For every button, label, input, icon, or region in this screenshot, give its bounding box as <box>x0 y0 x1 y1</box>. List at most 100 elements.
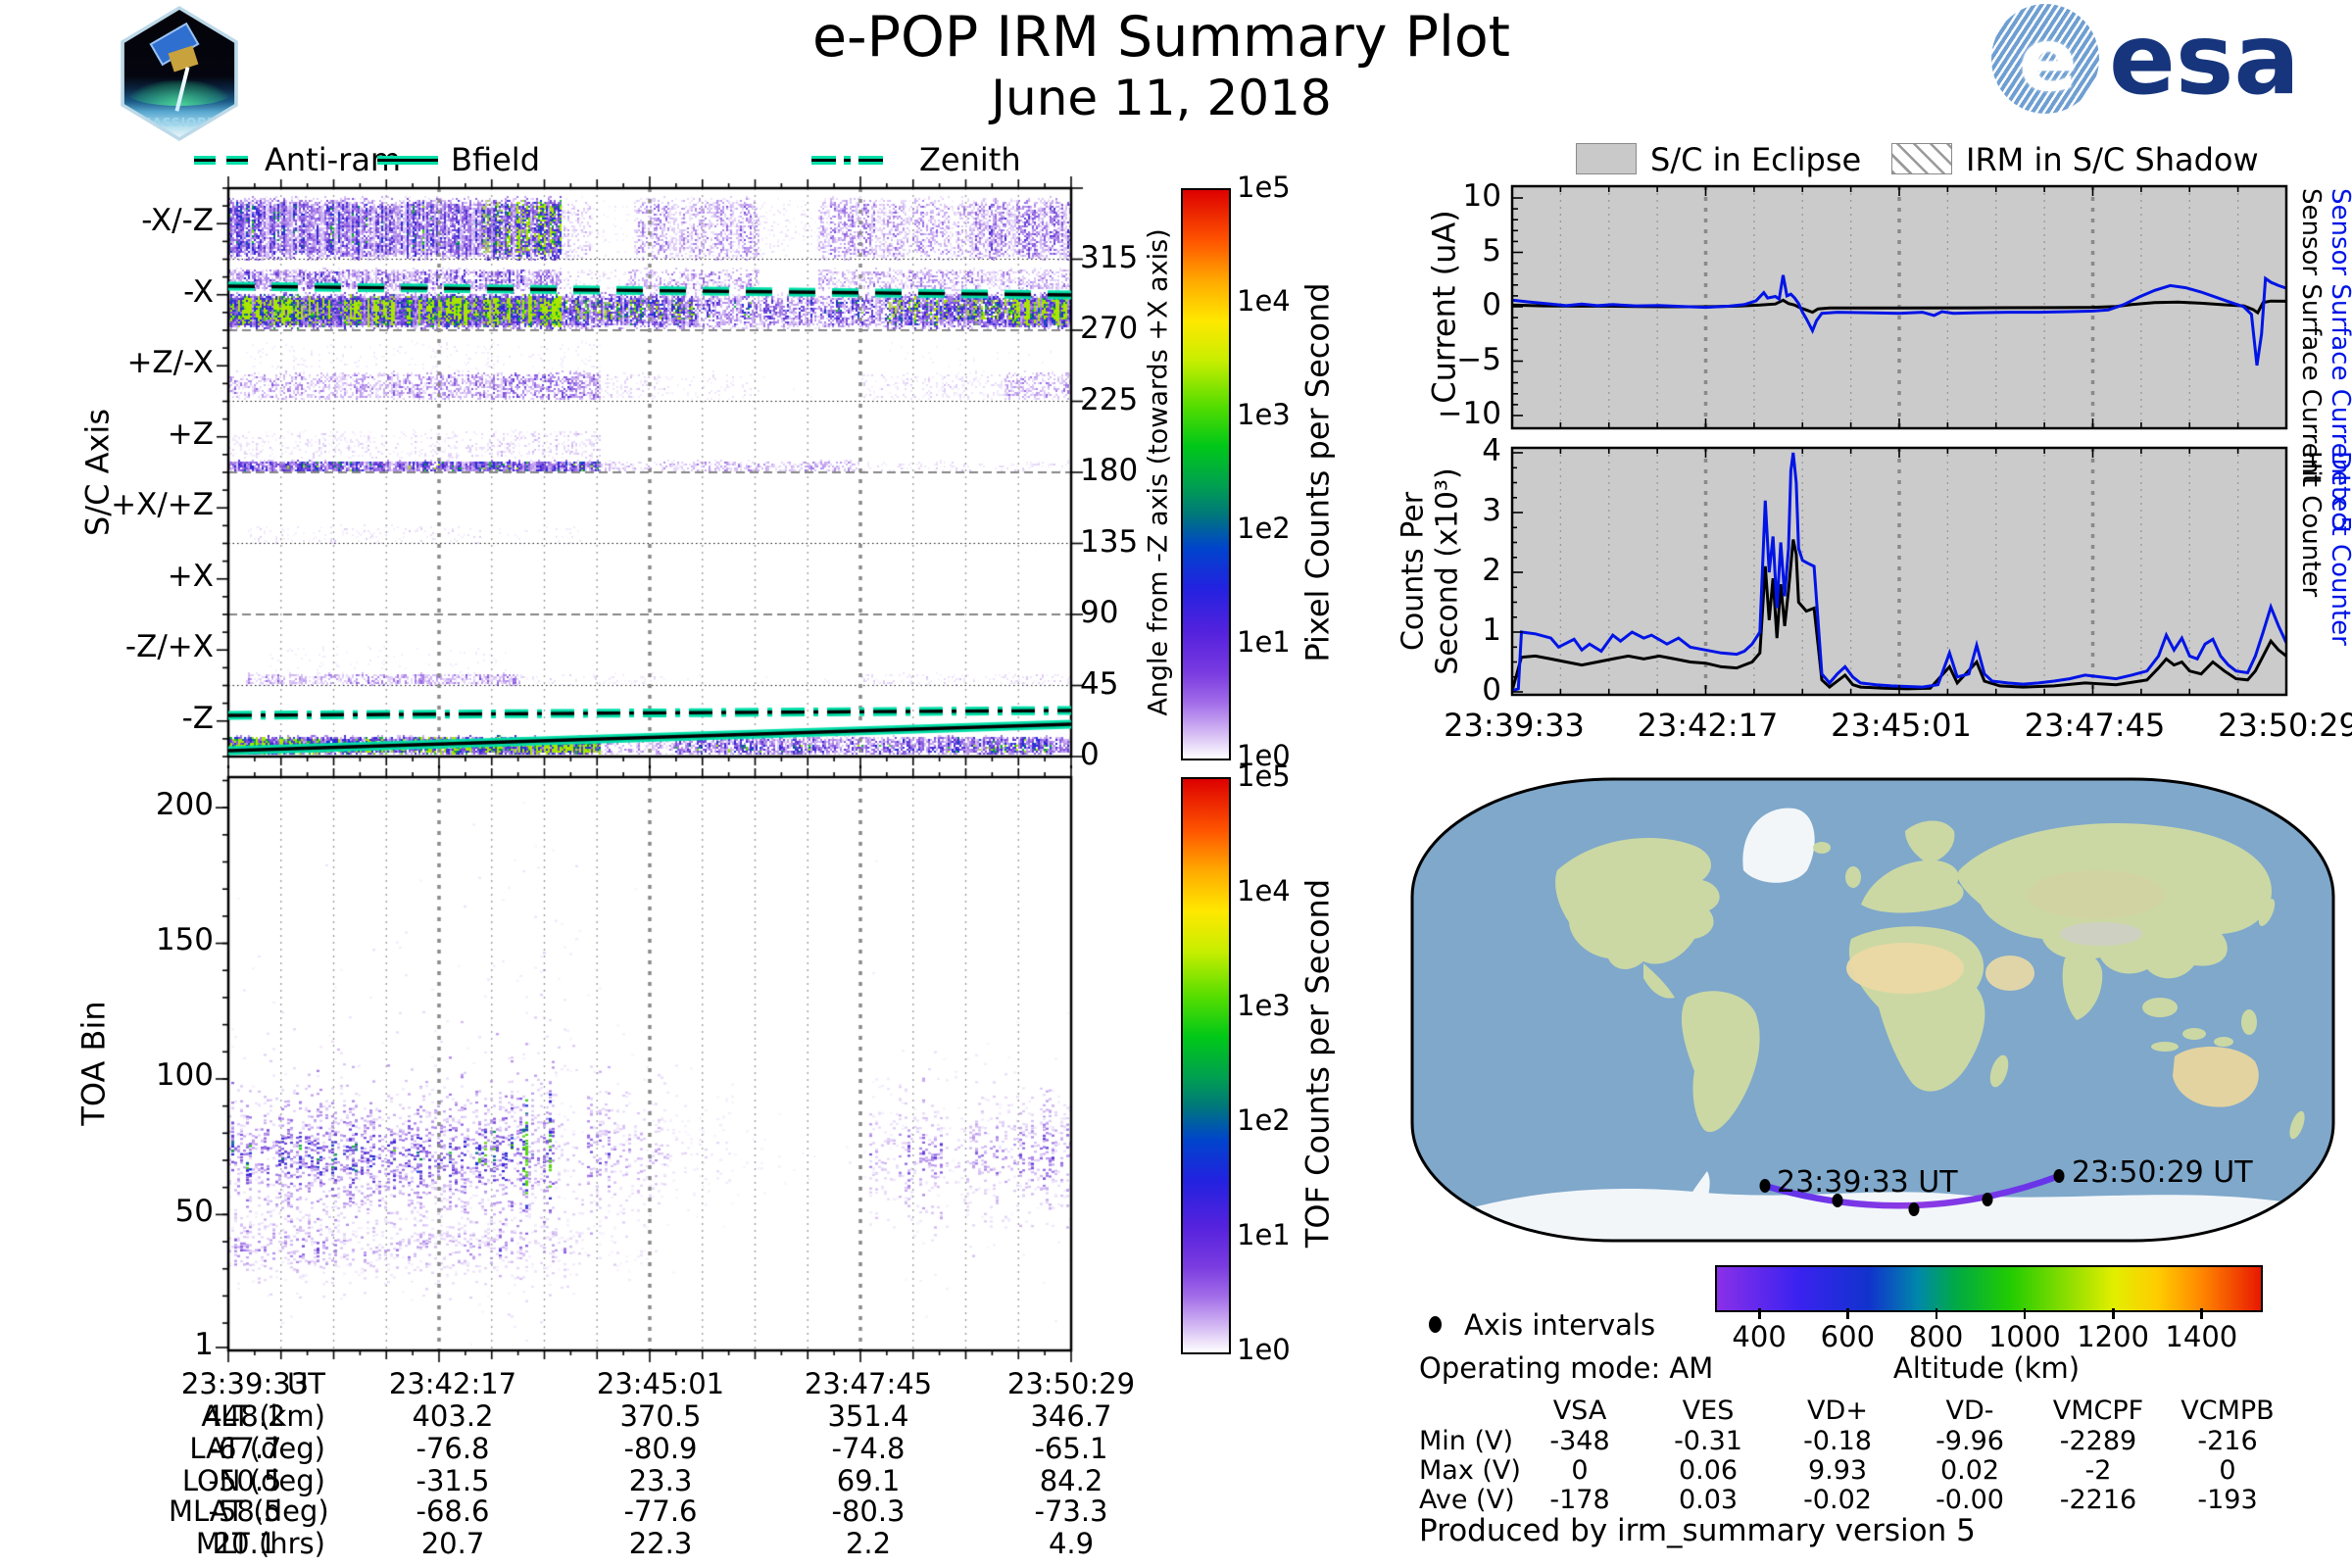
cassiope-logo: CASSIOPE <box>121 6 238 141</box>
tof-cbar-tick-label: 1e0 <box>1237 1333 1291 1366</box>
ephemeris-value: -50.5 <box>208 1464 282 1497</box>
cassiope-label: CASSIOPE <box>142 116 217 129</box>
current-ytick-label: 0 <box>1482 287 1501 322</box>
sc-axis-spectrogram <box>201 161 1099 794</box>
detect-counter-label: Detect Counter <box>2326 451 2352 646</box>
current-ytick-label: 10 <box>1462 178 1501 214</box>
ephemeris-value: 69.1 <box>836 1464 901 1497</box>
voltage-column-header: VSA <box>1552 1396 1607 1426</box>
voltage-value: -0.00 <box>1936 1485 2004 1515</box>
voltage-row-label: Min (V) <box>1419 1426 1514 1456</box>
altitude-tick <box>1846 1308 1849 1319</box>
ephemeris-value: -58.5 <box>208 1494 282 1528</box>
ephemeris-value: -73.3 <box>1034 1494 1108 1528</box>
counts-ytick-label: 1 <box>1482 612 1501 648</box>
angle-tick-label: 315 <box>1080 239 1139 275</box>
altitude-tick <box>2112 1308 2115 1319</box>
current-ytick-label: −5 <box>1456 341 1501 377</box>
angle-tick-label: 0 <box>1080 737 1100 772</box>
axis-interval-dot-icon <box>1429 1316 1442 1333</box>
toa-tick-label: 50 <box>174 1193 214 1229</box>
voltage-value: -0.31 <box>1674 1426 1742 1456</box>
pixel-cbar-tick-label: 1e1 <box>1237 625 1291 659</box>
voltage-value: 0 <box>2219 1455 2236 1486</box>
time-tick-label: 23:47:45 <box>2024 707 2166 744</box>
sc-axis-row-label: -Z/+X <box>124 629 214 665</box>
ephemeris-time-value: 23:39:33 <box>180 1367 310 1400</box>
sc-axis-row-label: +Z/-X <box>126 345 214 381</box>
toa-tick-label: 200 <box>155 786 214 822</box>
counts-ytick-label: 2 <box>1482 553 1501 588</box>
ephemeris-value: 23.3 <box>628 1464 693 1497</box>
altitude-tick-label: 1200 <box>2077 1320 2149 1353</box>
sc-axis-row-label: -X <box>183 273 214 310</box>
voltage-column-header: VMCPF <box>2052 1396 2144 1426</box>
operating-mode-label: Operating mode: AM <box>1419 1351 1714 1385</box>
track-end-label: 23:50:29 UT <box>2072 1155 2253 1190</box>
ephemeris-value: -80.9 <box>623 1432 698 1465</box>
pixel-cbar-tick-label: 1e3 <box>1237 398 1291 431</box>
angle-tick-label: 90 <box>1080 595 1119 630</box>
ephemeris-value: 370.5 <box>619 1399 702 1433</box>
sensor-current-plot <box>1510 184 2288 430</box>
ephemeris-time-value: 23:42:17 <box>388 1367 517 1400</box>
ephemeris-time-value: 23:45:01 <box>596 1367 725 1400</box>
ephemeris-value: 346.7 <box>1030 1399 1112 1433</box>
altitude-tick <box>2023 1308 2027 1319</box>
ephemeris-value: -65.1 <box>1034 1432 1108 1465</box>
epop-irm-summary-page: CASSIOPE e-POP IRM Summary Plot June 11,… <box>0 0 2352 1568</box>
voltage-value: -2289 <box>2059 1426 2137 1456</box>
esa-logo: esa <box>2109 2 2300 117</box>
ephemeris-value: 20.1 <box>213 1527 277 1560</box>
ephemeris-value: 4.9 <box>1048 1527 1095 1560</box>
altitude-tick-label: 1400 <box>2165 1320 2238 1353</box>
ephemeris-value: -77.6 <box>623 1494 698 1528</box>
voltage-row-label: Ave (V) <box>1419 1485 1515 1515</box>
tof-counts-colorbar-label: TOF Counts per Second <box>1298 878 1337 1249</box>
voltage-value: 0.03 <box>1678 1485 1739 1515</box>
counter-plot <box>1510 446 2288 697</box>
time-tick-label: 23:42:17 <box>1637 707 1779 744</box>
track-start-label: 23:39:33 UT <box>1777 1165 1958 1200</box>
voltage-value: -0.18 <box>1803 1426 1872 1456</box>
angle-tick-label: 225 <box>1080 381 1139 417</box>
voltage-column-header: VD+ <box>1807 1396 1868 1426</box>
angle-tick-label: 270 <box>1080 311 1139 346</box>
voltage-value: -348 <box>1549 1426 1610 1456</box>
angle-axis-label: Angle from -Z axis (towards +X axis) <box>1143 228 1174 716</box>
altitude-tick <box>1935 1308 1938 1319</box>
cassiope-patch-art: CASSIOPE <box>123 10 235 137</box>
voltage-value: -178 <box>1549 1485 1610 1515</box>
sc-axis-row-label: +X/+Z <box>111 487 214 523</box>
ephemeris-value: 351.4 <box>827 1399 909 1433</box>
ephemeris-value: 84.2 <box>1039 1464 1103 1497</box>
voltage-value: -2216 <box>2059 1485 2137 1515</box>
angle-tick-label: 135 <box>1080 523 1139 560</box>
time-tick-label: 23:45:01 <box>1831 707 1972 744</box>
page-title: e-POP IRM Summary Plot <box>811 5 1511 70</box>
voltage-value: 0.06 <box>1678 1455 1739 1486</box>
ephemeris-value: 2.2 <box>845 1527 892 1560</box>
toa-spectrogram <box>201 750 1099 1388</box>
tof-counts-colorbar <box>1181 777 1231 1354</box>
ephemeris-value: 20.7 <box>420 1527 485 1560</box>
tof-cbar-tick-label: 1e4 <box>1237 874 1291 907</box>
ephemeris-value: -31.5 <box>416 1464 490 1497</box>
voltage-column-header: VES <box>1682 1396 1735 1426</box>
page-date: June 11, 2018 <box>991 70 1332 126</box>
axis-intervals-label: Axis intervals <box>1464 1308 1656 1342</box>
pixel-cbar-tick-label: 1e2 <box>1237 512 1291 545</box>
voltage-column-header: VCMPB <box>2180 1396 2275 1426</box>
pixel-counts-colorbar <box>1181 188 1231 760</box>
esa-globe-icon: e <box>1991 4 2099 114</box>
ephemeris-value: -76.8 <box>416 1432 490 1465</box>
sc-axis-row-label: +Z <box>167 416 214 452</box>
voltage-value: -0.02 <box>1803 1485 1872 1515</box>
counts-ytick-label: 0 <box>1482 672 1501 708</box>
tof-cbar-tick-label: 1e2 <box>1237 1103 1291 1137</box>
voltage-column-header: VD- <box>1945 1396 1994 1426</box>
toa-tick-label: 1 <box>194 1327 214 1362</box>
ephemeris-value: 403.2 <box>412 1399 494 1433</box>
altitude-tick <box>1758 1308 1761 1319</box>
ephemeris-value: -80.3 <box>831 1494 906 1528</box>
